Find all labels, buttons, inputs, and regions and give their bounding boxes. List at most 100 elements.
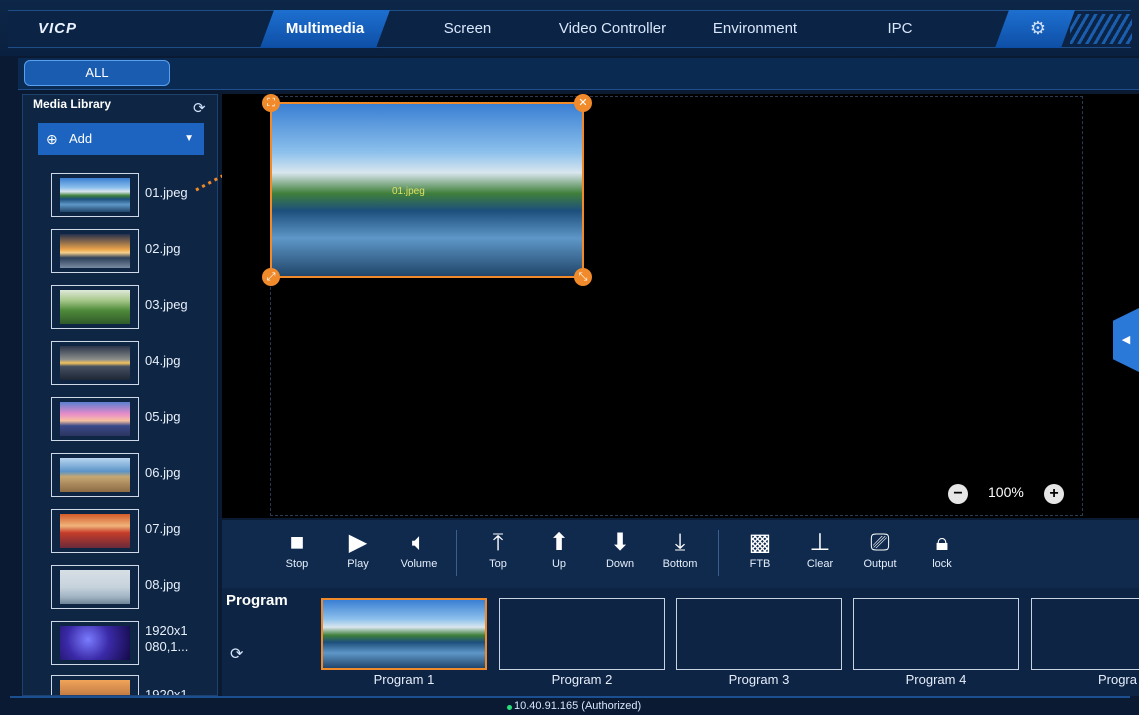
media-name: 03.jpeg: [145, 297, 188, 312]
tab-video-controller[interactable]: Video Controller: [540, 10, 685, 48]
media-item[interactable]: 07.jpg: [51, 509, 211, 553]
top-label: Top: [489, 558, 507, 570]
program-slot-4[interactable]: [853, 598, 1019, 670]
play-label: Play: [347, 558, 369, 570]
zoom-level: 100%: [988, 484, 1024, 500]
gear-icon[interactable]: ⚙: [1028, 18, 1048, 38]
program-label: Program 2: [551, 672, 613, 687]
media-item[interactable]: 08.jpg: [51, 565, 211, 609]
lock-label: lock: [932, 558, 952, 570]
stop-icon: ■: [289, 529, 305, 556]
all-filter-button[interactable]: ALL: [24, 60, 170, 86]
zoom-out-icon[interactable]: −: [948, 484, 968, 504]
volume-icon: 🔈︎: [411, 529, 427, 556]
media-library-panel: Media Library ⟳ ⊕ Add ▼ 01.jpeg 02.jpg 0…: [22, 94, 218, 696]
status-dot-icon: [507, 705, 512, 710]
zoom-in-icon[interactable]: +: [1044, 484, 1064, 504]
media-name: 1920x1 080,1...: [145, 623, 189, 654]
media-thumbnail: [51, 285, 139, 329]
program-slot-5[interactable]: [1031, 598, 1139, 670]
media-item[interactable]: 1920x1 080,1...: [51, 621, 211, 665]
ftb-icon: ▩: [748, 529, 772, 556]
up-button[interactable]: ⬆ Up: [529, 528, 589, 570]
stop-label: Stop: [285, 558, 309, 570]
arrow-down-icon: ⬇: [609, 529, 631, 556]
output-label: Output: [863, 558, 897, 570]
media-name: 01.jpeg: [145, 185, 188, 200]
tab-ipc[interactable]: IPC: [860, 10, 940, 48]
output-button[interactable]: ⎚ Output: [850, 528, 910, 570]
program-label: Program 3: [728, 672, 790, 687]
arrow-up-icon: ⬆: [548, 529, 570, 556]
media-item[interactable]: 03.jpeg: [51, 285, 211, 329]
add-label: Add: [69, 131, 93, 146]
tab-multimedia[interactable]: Multimedia: [260, 10, 390, 48]
media-name: 06.jpg: [145, 465, 181, 480]
media-thumbnail: [51, 229, 139, 273]
refresh-programs-icon[interactable]: ⟳: [230, 644, 243, 664]
tab-screen[interactable]: Screen: [420, 10, 515, 48]
app-logo: VICP: [38, 20, 78, 37]
media-thumbnail: [51, 675, 139, 695]
add-circle-icon: ⊕: [46, 131, 58, 147]
media-thumbnail: [51, 565, 139, 609]
add-media-button[interactable]: ⊕ Add ▼: [38, 123, 204, 155]
move-bottom-icon: ⤓: [674, 529, 686, 556]
clear-label: Clear: [806, 558, 834, 570]
move-top-icon: ⤒: [492, 529, 504, 556]
play-icon: ▶: [348, 529, 368, 556]
playback-toolbar: ■ Stop ▶ Play 🔈︎ Volume ⤒ Top ⬆ Up ⬇ Down ⤓ Bot…: [222, 520, 1139, 588]
media-item[interactable]: 01.jpeg: [51, 173, 211, 217]
tab-environment[interactable]: Environment: [695, 10, 815, 48]
ftb-button[interactable]: ▩ FTB: [730, 528, 790, 570]
program-title: Program: [226, 592, 288, 609]
media-item[interactable]: 04.jpg: [51, 341, 211, 385]
media-thumbnail: [51, 397, 139, 441]
resize-handle-bottom-left-icon[interactable]: ⤢: [262, 268, 280, 286]
media-name: 07.jpg: [145, 521, 181, 536]
media-thumbnail: [51, 509, 139, 553]
down-button[interactable]: ⬇ Down: [590, 528, 650, 570]
down-label: Down: [605, 558, 635, 570]
refresh-icon[interactable]: ⟳: [193, 99, 206, 117]
ftb-label: FTB: [749, 558, 771, 570]
media-item[interactable]: 1920x1: [51, 675, 211, 695]
layer-label: 01.jpeg: [392, 186, 425, 197]
media-name: 08.jpg: [145, 577, 181, 592]
top-button[interactable]: ⤒ Top: [468, 528, 528, 570]
program-slot-3[interactable]: [676, 598, 842, 670]
play-button[interactable]: ▶ Play: [328, 528, 388, 570]
resize-handle-bottom-right-icon[interactable]: ⤡: [574, 268, 592, 286]
program-bar: Program ⟳ Program 1 Program 2 Program 3 …: [222, 588, 1139, 696]
media-name: 04.jpg: [145, 353, 181, 368]
media-thumbnail: [51, 173, 139, 217]
media-thumbnail: [51, 341, 139, 385]
media-item[interactable]: 05.jpg: [51, 397, 211, 441]
fullscreen-handle-icon[interactable]: ⛶: [262, 94, 280, 112]
media-item[interactable]: 02.jpg: [51, 229, 211, 273]
media-name: 02.jpg: [145, 241, 181, 256]
media-item[interactable]: 06.jpg: [51, 453, 211, 497]
lock-button[interactable]: 🔒︎ lock: [912, 528, 972, 570]
connection-status: 10.40.91.165 (Authorized): [514, 700, 642, 712]
media-library-title: Media Library: [33, 97, 112, 111]
program-slot-1[interactable]: [321, 598, 487, 670]
filter-row: ALL: [18, 58, 1139, 90]
media-name: 05.jpg: [145, 409, 181, 424]
top-nav-bar: VICP Multimedia Screen Video Controller …: [0, 0, 1139, 56]
up-label: Up: [551, 558, 567, 570]
status-bar: 10.40.91.165 (Authorized): [0, 698, 1139, 715]
preview-canvas[interactable]: 01.jpeg ⛶ ✕ ⤢ ⤡ − 100% +: [222, 94, 1139, 518]
clear-button[interactable]: ⊥ Clear: [790, 528, 850, 570]
media-layer[interactable]: 01.jpeg: [270, 102, 584, 278]
close-layer-icon[interactable]: ✕: [574, 94, 592, 112]
caret-down-icon[interactable]: ▼: [184, 123, 194, 155]
stop-button[interactable]: ■ Stop: [267, 528, 327, 570]
program-label: Program 1: [373, 672, 435, 687]
media-thumbnail: [51, 621, 139, 665]
program-slot-2[interactable]: [499, 598, 665, 670]
volume-label: Volume: [400, 558, 438, 570]
program-label: Program 4: [905, 672, 967, 687]
bottom-button[interactable]: ⤓ Bottom: [650, 528, 710, 570]
volume-button[interactable]: 🔈︎ Volume: [389, 528, 449, 570]
